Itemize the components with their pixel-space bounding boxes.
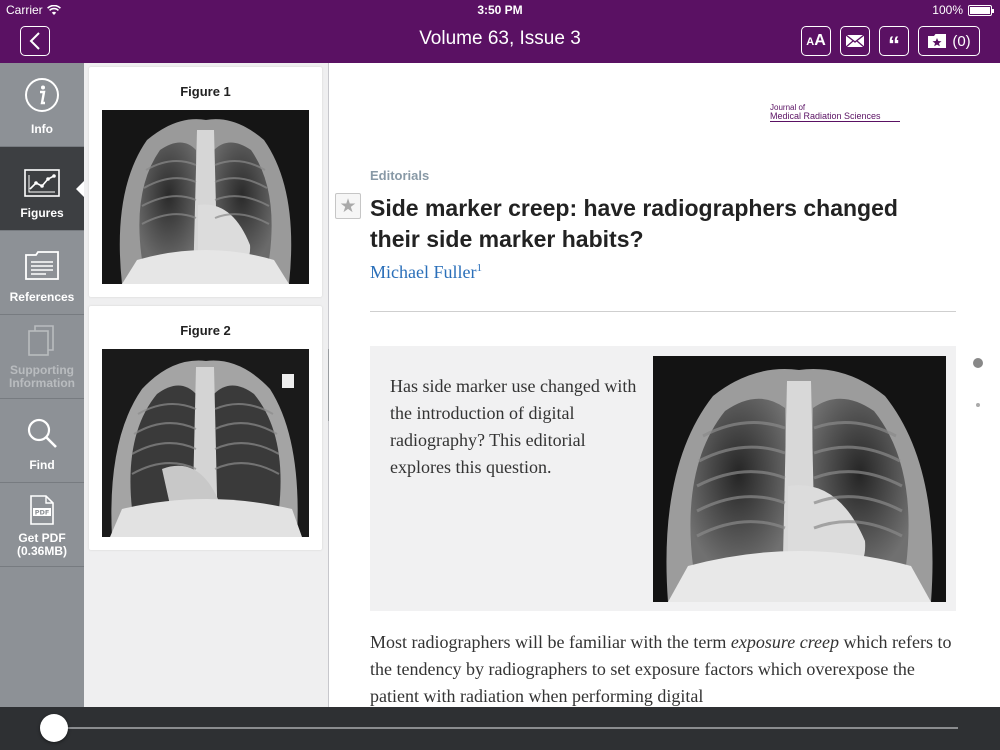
body-text: Most radiographers will be familiar with… — [370, 632, 731, 652]
page-indicator-active[interactable] — [973, 358, 983, 368]
figure-card-2[interactable]: Figure 2 — [89, 306, 322, 550]
email-button[interactable] — [840, 26, 870, 56]
info-icon — [25, 78, 59, 112]
header-divider — [370, 311, 956, 312]
abstract-text: Has side marker use changed with the int… — [390, 376, 637, 477]
cite-button[interactable]: “ — [879, 26, 909, 59]
quote-icon: “ — [888, 31, 900, 59]
journal-logo-name: Medical Radiation Sciences — [770, 112, 900, 122]
chest-xray-image — [653, 356, 946, 602]
journal-logo: Journal of Medical Radiation Sciences — [770, 103, 900, 122]
author-name: Michael Fuller — [370, 262, 477, 282]
tool-info-label: Info — [31, 122, 53, 136]
tool-get-pdf[interactable]: PDF Get PDF (0.36MB) — [0, 483, 84, 567]
collections-button[interactable]: (0) — [918, 26, 980, 56]
tools-sidebar: Info Figures References Supporting Infor… — [0, 63, 84, 707]
abstract-image[interactable] — [653, 356, 946, 602]
search-icon — [27, 418, 57, 448]
page-indicator[interactable] — [976, 403, 980, 407]
tool-figures[interactable]: Figures — [0, 147, 84, 231]
article-view: Journal of Medical Radiation Sciences Ed… — [329, 63, 1000, 707]
graphical-abstract: Has side marker use changed with the int… — [370, 346, 956, 611]
figure-card-1[interactable]: Figure 1 — [89, 67, 322, 297]
clock: 3:50 PM — [477, 3, 523, 17]
battery-icon — [968, 4, 994, 16]
body-emphasis: exposure creep — [730, 632, 840, 652]
page-scrubber — [0, 707, 1000, 750]
figures-panel: Figure 1 Figure 2 — [84, 63, 328, 707]
tool-references[interactable]: References — [0, 231, 84, 315]
tool-supporting-information[interactable]: Supporting Information — [0, 315, 84, 399]
figure-2-thumbnail[interactable] — [102, 349, 309, 537]
tool-figures-label: Figures — [20, 206, 64, 220]
figure-label: Figure 1 — [180, 84, 231, 99]
tool-find[interactable]: Find — [0, 399, 84, 483]
text-size-icon: AA — [806, 32, 826, 49]
documents-icon — [28, 325, 54, 356]
author-affiliation-marker: 1 — [476, 262, 482, 274]
status-bar: Carrier 3:50 PM 100% — [0, 0, 1000, 20]
folder-icon — [25, 251, 59, 280]
article-body: Most radiographers will be familiar with… — [370, 629, 956, 707]
article-title: Side marker creep: have radiographers ch… — [370, 195, 898, 252]
pdf-icon: PDF — [30, 495, 54, 525]
tool-info[interactable]: Info — [0, 63, 84, 147]
envelope-icon — [845, 34, 865, 48]
collections-count: (0) — [952, 32, 971, 50]
tool-supporting-information-label: Supporting Information — [9, 363, 75, 390]
scrubber-track[interactable] — [54, 727, 958, 729]
chest-xray-image — [102, 349, 309, 537]
scrubber-knob[interactable] — [40, 714, 68, 742]
figure-1-thumbnail[interactable] — [102, 110, 309, 284]
battery-percent: 100% — [932, 3, 963, 17]
chest-xray-image — [102, 110, 309, 284]
tool-references-label: References — [9, 290, 75, 304]
tool-find-label: Find — [29, 458, 55, 472]
battery-info: 100% — [932, 3, 994, 17]
star-icon: ★ — [339, 195, 357, 217]
favorite-button[interactable]: ★ — [335, 193, 361, 219]
navigation-bar: Carrier 3:50 PM 100% Volume 63, Issue 3 … — [0, 0, 1000, 63]
figure-label: Figure 2 — [180, 323, 231, 338]
folder-star-icon — [928, 34, 947, 48]
chart-icon — [24, 169, 60, 197]
svg-text:PDF: PDF — [35, 509, 50, 517]
text-size-button[interactable]: AA — [801, 26, 831, 56]
tool-get-pdf-label: Get PDF (0.36MB) — [16, 531, 67, 558]
article-author[interactable]: Michael Fuller1 — [370, 262, 482, 283]
article-section: Editorials — [370, 168, 430, 183]
